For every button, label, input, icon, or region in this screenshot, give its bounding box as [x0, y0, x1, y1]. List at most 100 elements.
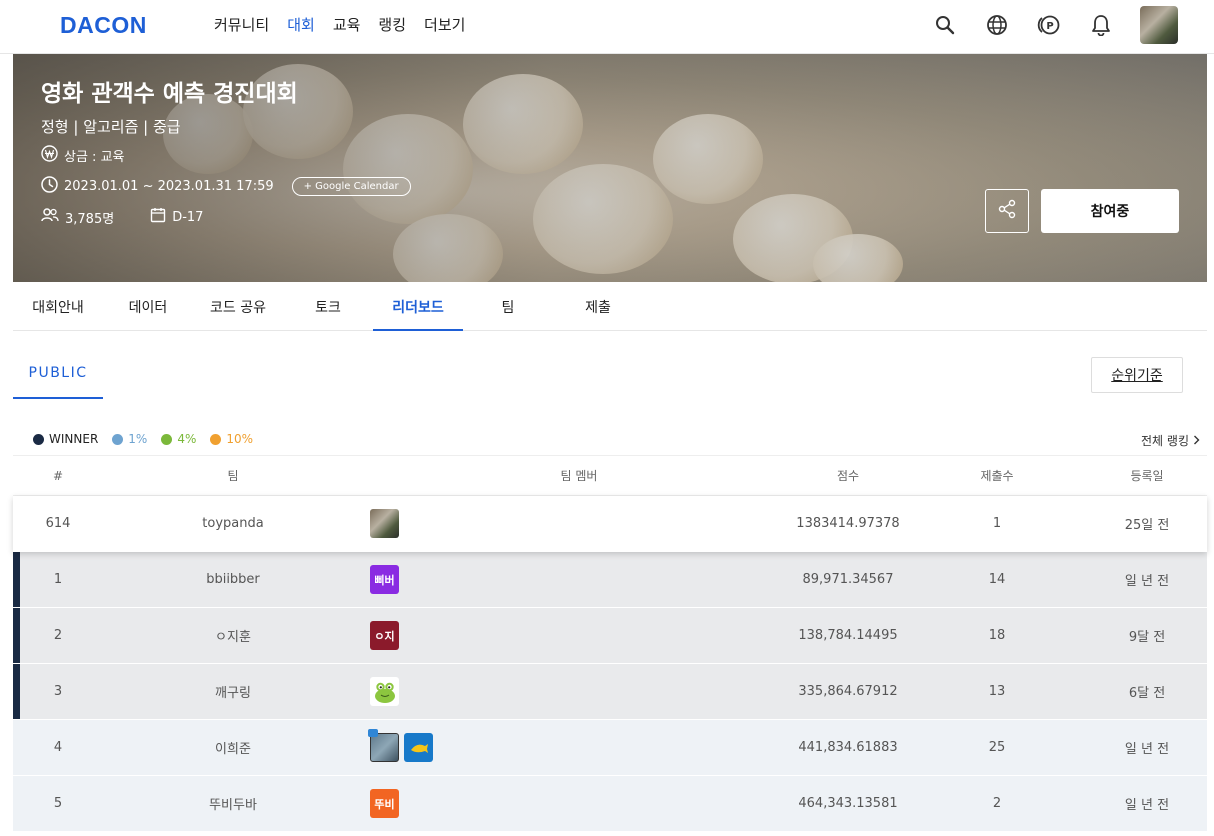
dday-text: D-17 [172, 209, 204, 225]
legend-winner: WINNER [33, 432, 98, 446]
menu-ranking[interactable]: 랭킹 [378, 14, 406, 35]
public-leaderboard-tab[interactable]: PUBLIC [13, 353, 103, 399]
team-name[interactable]: toypanda [143, 496, 323, 551]
members-cell [363, 664, 795, 719]
competition-title: 영화 관객수 예측 경진대회 [41, 81, 298, 107]
legend-dot [33, 433, 44, 445]
clock-icon [41, 176, 58, 197]
won-icon [41, 145, 58, 166]
fish-icon [410, 743, 428, 753]
table-row[interactable]: 5 뚜비두바 뚜비 464,343.13581 2 일 년 전 [13, 776, 1207, 832]
team-name[interactable]: 뚜비두바 [143, 776, 323, 831]
point-icon[interactable]: P [1036, 12, 1062, 38]
menu-community[interactable]: 커뮤니티 [214, 14, 269, 35]
submissions-cell: 2 [992, 796, 1002, 811]
tab-talk[interactable]: 토크 [283, 282, 373, 330]
submissions-cell: 14 [988, 572, 1006, 587]
menu-competition[interactable]: 대회 [287, 14, 315, 35]
all-ranking-link[interactable]: 전체 랭킹 [1141, 432, 1200, 449]
members-cell [363, 496, 795, 551]
members-cell: 뚜비 [363, 776, 795, 831]
tab-data[interactable]: 데이터 [103, 282, 193, 330]
rank-cell: 1 [53, 572, 63, 587]
bell-icon[interactable] [1088, 12, 1114, 38]
score-cell: 1383414.97378 [796, 516, 900, 531]
members-cell: 삐버 [363, 552, 795, 607]
share-button[interactable] [985, 189, 1029, 233]
menu-more[interactable]: 더보기 [424, 14, 465, 35]
date-cell: 일 년 전 [1124, 574, 1170, 589]
table-row[interactable]: 3 깨구링 335,864.67912 13 6달 전 [13, 664, 1207, 720]
competition-tags: 정형 | 알고리즘 | 중급 [41, 118, 181, 136]
chevron-right-icon [1193, 434, 1200, 448]
prize-row: 상금 : 교육 [41, 145, 411, 166]
banner-info: 영화 관객수 예측 경진대회 정형 | 알고리즘 | 중급 상금 : 교육 20… [41, 74, 411, 227]
all-ranking-label: 전체 랭킹 [1141, 434, 1189, 448]
member-avatar[interactable] [368, 729, 399, 762]
team-name[interactable]: 깨구링 [143, 664, 323, 719]
legend-top-10: 10% [210, 432, 253, 446]
tab-leaderboard[interactable]: 리더보드 [373, 282, 463, 331]
header-rank: # [52, 468, 64, 483]
rank-cell: 614 [45, 516, 71, 531]
score-cell: 441,834.61883 [798, 740, 898, 755]
score-cell: 138,784.14495 [798, 628, 898, 643]
members-cell [363, 720, 795, 775]
legend-label: 10% [226, 432, 254, 446]
nav-icon-group: P [932, 6, 1178, 44]
members-cell: ㅇ지 [363, 608, 795, 663]
period-row: 2023.01.01 ~ 2023.01.31 17:59 + Google C… [41, 176, 411, 197]
team-name[interactable]: 이희준 [143, 720, 323, 775]
calendar-icon [150, 207, 166, 227]
legend-dot [210, 433, 222, 445]
legend-label: 4% [177, 432, 197, 446]
submissions-cell: 25 [988, 740, 1006, 755]
rank-cell: 3 [53, 684, 63, 699]
table-row[interactable]: 4 이희준 441,834.61883 25 일 년 전 [13, 720, 1207, 776]
team-name[interactable]: ㅇ지훈 [143, 608, 323, 663]
tab-code-share[interactable]: 코드 공유 [193, 282, 283, 330]
member-avatar[interactable]: 뚜비 [370, 789, 399, 818]
member-avatar[interactable] [370, 509, 399, 538]
people-icon [41, 208, 59, 226]
member-avatar[interactable]: 삐버 [370, 565, 399, 594]
top-navigation: DACON 커뮤니티 대회 교육 랭킹 더보기 P [0, 0, 1214, 54]
rank-cell: 4 [53, 740, 63, 755]
score-cell: 335,864.67912 [798, 684, 898, 699]
member-avatar[interactable]: ㅇ지 [370, 621, 399, 650]
member-avatar[interactable] [370, 677, 399, 706]
tab-submit[interactable]: 제출 [553, 282, 643, 330]
globe-icon[interactable] [984, 12, 1010, 38]
competition-banner: 영화 관객수 예측 경진대회 정형 | 알고리즘 | 중급 상금 : 교육 20… [13, 54, 1207, 282]
legend-dot [161, 433, 173, 445]
tab-overview[interactable]: 대회안내 [13, 282, 103, 330]
rank-basis-button[interactable]: 순위기준 [1091, 357, 1183, 393]
tab-team[interactable]: 팀 [463, 282, 553, 330]
frog-icon [374, 682, 395, 703]
user-avatar[interactable] [1140, 6, 1178, 44]
join-status-button[interactable]: 참여중 [1041, 189, 1179, 233]
header-team: 팀 [227, 469, 239, 483]
crown-icon [368, 729, 378, 737]
legend-label: 1% [128, 432, 148, 446]
submissions-cell: 18 [988, 628, 1006, 643]
submissions-cell: 13 [988, 684, 1006, 699]
table-row[interactable]: 2 ㅇ지훈 ㅇ지 138,784.14495 18 9달 전 [13, 608, 1207, 664]
dacon-logo[interactable]: DACON [60, 12, 147, 39]
menu-education[interactable]: 교육 [333, 14, 361, 35]
google-calendar-button[interactable]: + Google Calendar [291, 177, 411, 196]
search-icon[interactable] [932, 12, 958, 38]
header-submissions: 제출수 [980, 469, 1014, 483]
svg-text:P: P [1046, 21, 1053, 32]
participants-count: 3,785명 [65, 211, 115, 227]
share-icon [997, 199, 1017, 223]
date-cell: 일 년 전 [1124, 742, 1170, 757]
member-avatar[interactable] [404, 733, 433, 762]
tier-legend: WINNER 1% 4% 10% [33, 432, 253, 446]
team-name[interactable]: bbiibber [143, 552, 323, 607]
score-cell: 464,343.13581 [798, 796, 898, 811]
my-team-row[interactable]: 614 toypanda 1383414.97378 1 25일 전 [13, 496, 1207, 552]
legend-top-4: 4% [161, 432, 196, 446]
table-row[interactable]: 1 bbiibber 삐버 89,971.34567 14 일 년 전 [13, 552, 1207, 608]
date-cell: 일 년 전 [1124, 798, 1170, 813]
